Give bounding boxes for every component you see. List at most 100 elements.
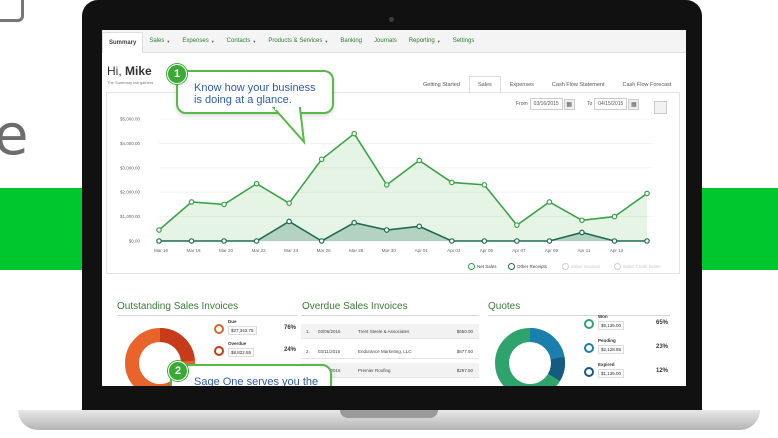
stat-label: Overdue bbox=[228, 341, 247, 346]
quotes-title: Quotes bbox=[488, 301, 521, 312]
row-amount: $877.50 bbox=[456, 348, 473, 354]
data-point bbox=[156, 227, 162, 233]
overdue-gauge-icon bbox=[214, 346, 224, 356]
row-date: 03/06/2015 bbox=[318, 328, 341, 334]
data-point bbox=[579, 229, 585, 236]
stat-amount: $1,135.00 bbox=[598, 369, 625, 378]
legend-label: Sales Invoices bbox=[571, 264, 601, 269]
data-point bbox=[644, 190, 650, 197]
data-point bbox=[481, 182, 488, 188]
laptop-notch bbox=[340, 410, 438, 418]
legend-dot-icon bbox=[468, 263, 475, 270]
stat-amount: $8,822.55 bbox=[228, 348, 255, 357]
data-point bbox=[318, 156, 325, 163]
data-point bbox=[351, 130, 358, 137]
data-point bbox=[253, 238, 260, 244]
stat-won: Won $5,135.00 65% bbox=[584, 314, 670, 330]
callout-number-badge: 2 bbox=[168, 361, 188, 381]
x-tick-label: Apr 01 bbox=[415, 248, 429, 253]
y-tick-label: $3,000.00 bbox=[120, 165, 141, 170]
overdue-invoices-title: Overdue Sales Invoices bbox=[302, 301, 408, 312]
stat-amount: $2,128.85 bbox=[598, 345, 625, 354]
legend-other-receipts[interactable]: Other Receipts bbox=[508, 263, 547, 270]
table-row[interactable]: 2. 03/11/2015 Endurance Marketing, LLC $… bbox=[301, 344, 479, 359]
row-customer: Trent Steele & Associates bbox=[358, 328, 410, 334]
stat-percent: 65% bbox=[655, 320, 668, 326]
stat-expired: Expired $1,135.00 12% bbox=[584, 362, 670, 378]
y-tick-label: $0.00 bbox=[129, 239, 141, 244]
row-amount: $650.00 bbox=[456, 328, 473, 334]
legend-dot-icon bbox=[614, 263, 621, 270]
y-tick-label: $1,000.00 bbox=[120, 214, 141, 219]
expired-gauge-icon bbox=[584, 367, 594, 377]
data-point bbox=[611, 213, 618, 220]
due-gauge-icon bbox=[214, 324, 224, 334]
x-tick-label: Apr 03 bbox=[447, 248, 461, 253]
x-tick-label: Mar 16 bbox=[154, 248, 169, 253]
divider bbox=[117, 315, 297, 316]
x-tick-label: Mar 18 bbox=[187, 248, 202, 253]
data-point bbox=[156, 238, 162, 244]
stat-percent: 24% bbox=[283, 347, 296, 353]
callout-pointer bbox=[271, 106, 306, 146]
x-tick-label: Mar 22 bbox=[252, 248, 267, 253]
series-area-0 bbox=[159, 133, 647, 241]
stat-percent: 12% bbox=[655, 368, 668, 374]
data-point bbox=[514, 238, 520, 244]
x-tick-label: Mar 26 bbox=[317, 248, 332, 253]
data-point bbox=[448, 179, 455, 186]
legend-label: Net Sales bbox=[477, 264, 497, 269]
row-number: 1. bbox=[306, 328, 310, 334]
data-point bbox=[448, 238, 455, 244]
outstanding-invoices-title: Outstanding Sales Invoices bbox=[117, 301, 239, 312]
x-tick-label: Apr 05 bbox=[480, 248, 494, 253]
stat-amount: $27,343.75 bbox=[228, 326, 257, 335]
y-tick-label: $2,000.00 bbox=[120, 190, 141, 195]
data-point bbox=[383, 182, 390, 188]
stat-due: Due $27,343.75 76% bbox=[214, 319, 298, 335]
callout-number-badge: 1 bbox=[167, 64, 187, 84]
data-point bbox=[416, 223, 423, 230]
legend-sales-credit-notes[interactable]: Sales Credit Notes bbox=[614, 263, 661, 270]
data-point bbox=[383, 227, 390, 233]
data-point bbox=[611, 238, 618, 244]
callout-text: Know how your business is doing at a gla… bbox=[194, 82, 316, 106]
data-point bbox=[188, 199, 195, 205]
stat-label: Due bbox=[228, 319, 237, 324]
stat-overdue: Overdue $8,822.55 24% bbox=[214, 341, 298, 357]
y-tick-label: $5,000.00 bbox=[120, 117, 141, 122]
legend-sales-invoices[interactable]: Sales Invoices bbox=[562, 263, 600, 270]
data-point bbox=[644, 238, 650, 244]
x-tick-label: Mar 28 bbox=[349, 248, 364, 253]
row-customer: Premier Roofing bbox=[358, 367, 391, 373]
legend-dot-icon bbox=[562, 263, 569, 270]
pending-gauge-icon bbox=[584, 343, 594, 353]
data-point bbox=[546, 238, 553, 244]
data-point bbox=[286, 218, 292, 225]
data-point bbox=[351, 219, 358, 226]
legend-net-sales[interactable]: Net Sales bbox=[468, 263, 497, 270]
background-partial-word: e bbox=[0, 103, 29, 168]
data-point bbox=[514, 222, 520, 228]
x-tick-label: Mar 20 bbox=[219, 248, 234, 253]
row-amount: $297.50 bbox=[456, 367, 473, 373]
data-point bbox=[318, 238, 325, 244]
data-point bbox=[188, 238, 195, 244]
table-row[interactable]: 1. 03/06/2015 Trent Steele & Associates … bbox=[301, 324, 479, 339]
camera-icon bbox=[389, 17, 394, 22]
x-tick-label: Apr 07 bbox=[512, 248, 526, 253]
data-point bbox=[253, 180, 260, 187]
row-customer: Endurance Marketing, LLC bbox=[358, 348, 412, 354]
data-point bbox=[221, 238, 227, 244]
x-tick-label: Mar 30 bbox=[382, 248, 397, 253]
x-tick-label: Apr 11 bbox=[577, 248, 590, 253]
x-tick-label: Apr 09 bbox=[545, 248, 559, 253]
data-point bbox=[221, 201, 227, 208]
stat-percent: 23% bbox=[655, 344, 668, 350]
legend-label: Sales Credit Notes bbox=[623, 264, 661, 269]
legend-dot-icon bbox=[508, 263, 515, 270]
data-point bbox=[481, 238, 488, 244]
x-tick-label: Apr 13 bbox=[610, 248, 624, 253]
row-number: 2. bbox=[306, 348, 310, 354]
callout-text: Sage One serves you the bbox=[194, 376, 319, 386]
